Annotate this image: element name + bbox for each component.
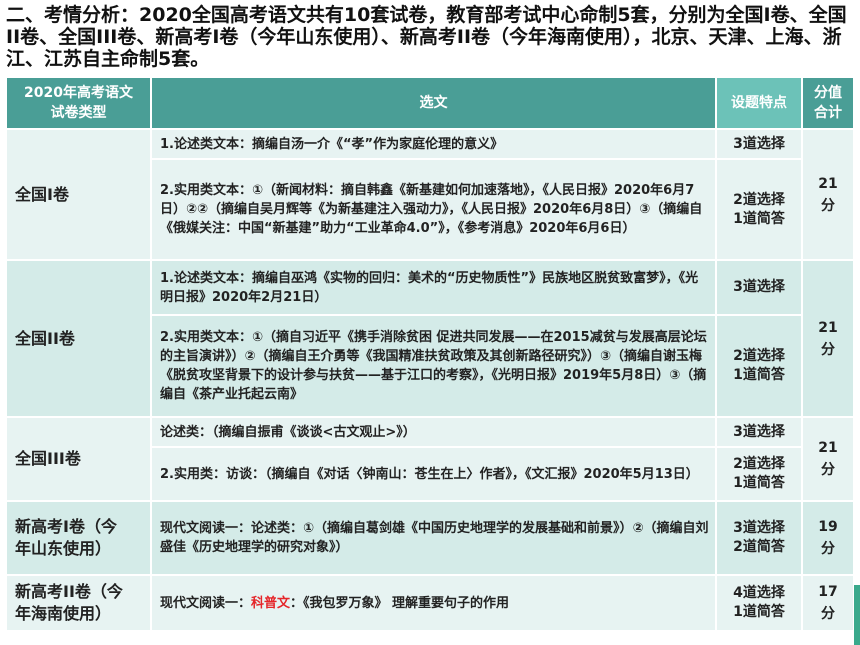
table-row: 全国II卷 1.论述类文本：摘编自巫鸿《实物的回归：美术的“历史物质性”》民族地…	[7, 261, 853, 416]
score-cell: 21 分	[803, 130, 853, 259]
feature-cell: 4道选择 1道简答	[717, 576, 801, 630]
selection-cell: 现代文阅读一：论述类：①（摘编自葛剑雄《中国历史地理学的发展基础和前景》）②（摘…	[152, 502, 715, 574]
selection-cell: 1.论述类文本：摘编自巫鸿《实物的回归：美术的“历史物质性”》民族地区脱贫致富梦…	[152, 261, 715, 314]
score-cell: 17 分	[803, 576, 853, 630]
section-heading: 二、考情分析：2020全国高考语文共有10套试卷，教育部考试中心命制5套，分别为…	[6, 4, 847, 70]
paper-type-cell: 全国Ⅰ卷	[7, 130, 150, 259]
exam-analysis-table: 2020年高考语文 试卷类型 选文 设题特点 分值 合计 全国Ⅰ卷 1.论述类文…	[5, 76, 855, 632]
selection-cell: 2.实用类：访谈：（摘编自《对话〈钟南山：苍生在上〉作者》，《文汇报》2020年…	[152, 448, 715, 500]
table-row: 全国Ⅰ卷 1.论述类文本：摘编自汤一介《“孝”作为家庭伦理的意义》 3道选择 2…	[7, 130, 853, 259]
paper-type-cell: 全国II卷	[7, 261, 150, 416]
selection-cell: 1.论述类文本：摘编自汤一介《“孝”作为家庭伦理的意义》	[152, 130, 715, 158]
score-cell: 21 分	[803, 418, 853, 500]
table-row: 新高考Ⅰ卷（今 年山东使用） 现代文阅读一：论述类：①（摘编自葛剑雄《中国历史地…	[7, 502, 853, 574]
table-row: 全国III卷 论述类：（摘编自振甫《谈谈<古文观止>》） 3道选择 21 分	[7, 418, 853, 500]
header-feature: 设题特点	[717, 78, 801, 128]
score-cell: 19 分	[803, 502, 853, 574]
paper-type-cell: 全国III卷	[7, 418, 150, 500]
decorative-corner-bar	[854, 585, 860, 645]
selection-cell: 2.实用类文本：①（新闻材料：摘自韩鑫《新基建如何加速落地》，《人民日报》202…	[152, 160, 715, 259]
highlight-genre: 科普文	[251, 595, 291, 611]
selection-cell: 论述类：（摘编自振甫《谈谈<古文观止>》）	[152, 418, 715, 446]
selection-cell: 2.实用类文本：①（摘自习近平《携手消除贫困 促进共同发展——在2015减贫与发…	[152, 316, 715, 416]
feature-cell: 2道选择 1道简答	[717, 160, 801, 259]
feature-cell: 3道选择 2道简答	[717, 502, 801, 574]
table-row: 新高考II卷（今 年海南使用） 现代文阅读一：科普文：《我包罗万象》 理解重要句…	[7, 576, 853, 630]
header-selection: 选文	[152, 78, 715, 128]
paper-type-cell: 新高考II卷（今 年海南使用）	[7, 576, 150, 630]
feature-cell: 3道选择	[717, 261, 801, 314]
selection-cell: 现代文阅读一：科普文：《我包罗万象》 理解重要句子的作用	[152, 576, 715, 630]
feature-cell: 2道选择 1道简答	[717, 448, 801, 500]
header-paper-type: 2020年高考语文 试卷类型	[7, 78, 150, 128]
paper-type-cell: 新高考Ⅰ卷（今 年山东使用）	[7, 502, 150, 574]
score-cell: 21 分	[803, 261, 853, 416]
feature-cell: 3道选择	[717, 418, 801, 446]
feature-cell: 2道选择 1道简答	[717, 316, 801, 416]
feature-cell: 3道选择	[717, 130, 801, 158]
header-score: 分值 合计	[803, 78, 853, 128]
table-header-row: 2020年高考语文 试卷类型 选文 设题特点 分值 合计	[7, 78, 853, 128]
